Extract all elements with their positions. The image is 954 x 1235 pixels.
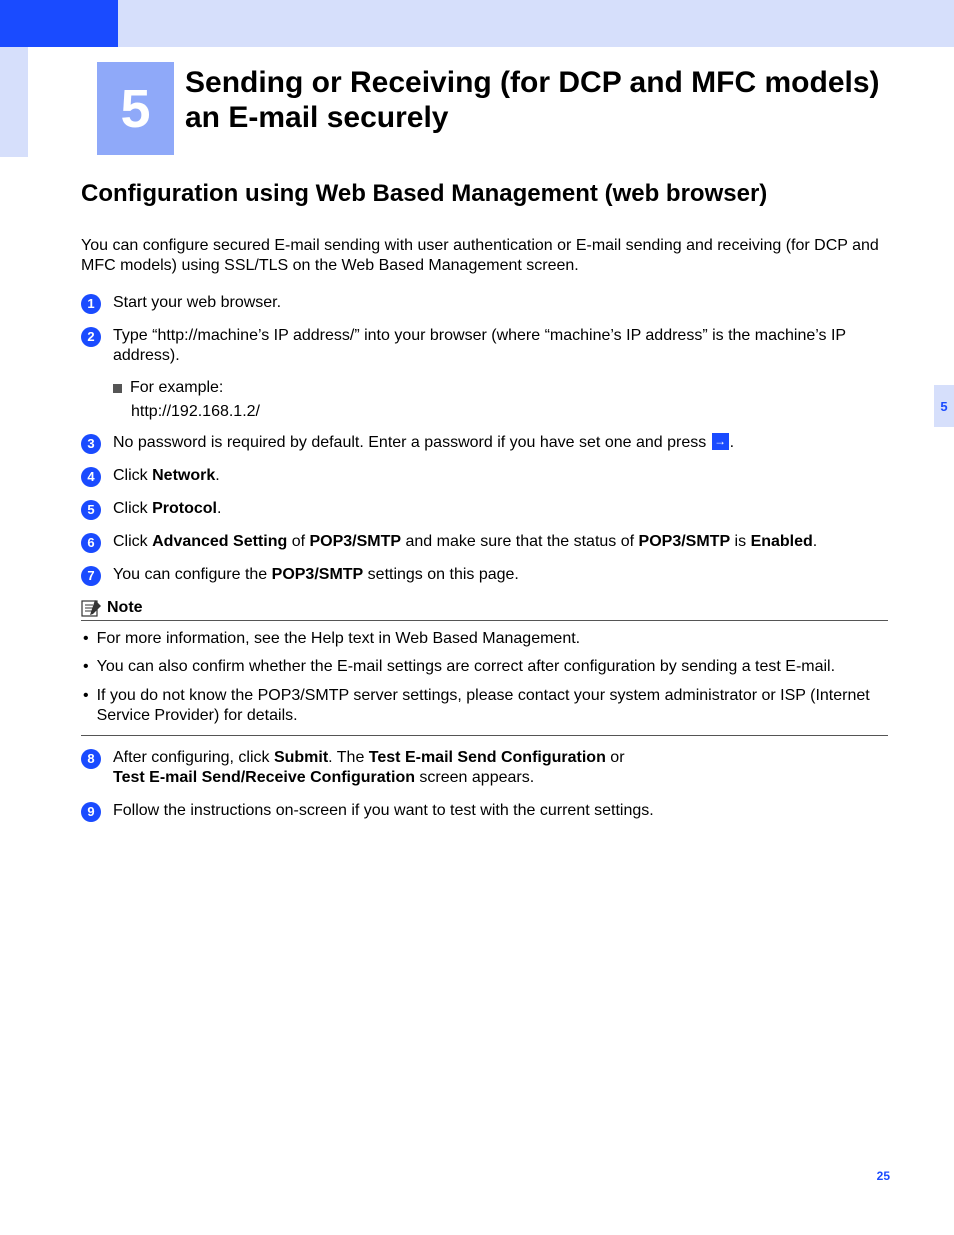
step-4: 4 Click Network. — [81, 466, 888, 487]
step-badge: 9 — [81, 802, 101, 822]
note-bullet-2: • You can also confirm whether the E-mai… — [81, 657, 888, 677]
bold-term: POP3/SMTP — [309, 533, 401, 550]
bullet-dot: • — [83, 686, 89, 727]
step-9: 9 Follow the instructions on-screen if y… — [81, 801, 888, 822]
step-1: 1 Start your web browser. — [81, 293, 888, 314]
arrow-submit-icon: → — [712, 433, 729, 450]
example-url: http://192.168.1.2/ — [131, 403, 888, 421]
step-badge: 5 — [81, 500, 101, 520]
step-text: After configuring, click Submit. The Tes… — [113, 748, 888, 789]
note-bullet-1: • For more information, see the Help tex… — [81, 629, 888, 649]
bold-term: Test E-mail Send Configuration — [369, 749, 606, 766]
step-badge: 8 — [81, 749, 101, 769]
bullet-dot: • — [83, 657, 89, 677]
text-fragment: After configuring, click — [113, 749, 274, 766]
step-text: Click Network. — [113, 466, 888, 486]
note-bullet-3: • If you do not know the POP3/SMTP serve… — [81, 686, 888, 727]
note-bullet-text: You can also confirm whether the E-mail … — [97, 657, 835, 677]
text-fragment: settings on this page. — [363, 566, 519, 583]
step-5: 5 Click Protocol. — [81, 499, 888, 520]
step-text: You can configure the POP3/SMTP settings… — [113, 565, 888, 585]
text-fragment: . — [217, 500, 221, 517]
text-fragment: No password is required by default. Ente… — [113, 434, 711, 451]
note-bullet-text: If you do not know the POP3/SMTP server … — [97, 686, 888, 727]
section-heading: Configuration using Web Based Management… — [81, 180, 888, 208]
step-text: Click Protocol. — [113, 499, 888, 519]
side-chapter-tab: 5 — [934, 385, 954, 427]
side-chapter-tab-label: 5 — [940, 399, 947, 414]
step-badge: 6 — [81, 533, 101, 553]
chapter-title: Sending or Receiving (for DCP and MFC mo… — [185, 65, 884, 136]
step-text: Type “http://machine’s IP address/” into… — [113, 326, 888, 367]
step-badge: 3 — [81, 434, 101, 454]
step-badge: 1 — [81, 294, 101, 314]
step-badge: 4 — [81, 467, 101, 487]
step-text: Follow the instructions on-screen if you… — [113, 801, 888, 821]
bold-term: POP3/SMTP — [639, 533, 731, 550]
note-end-rule — [81, 735, 888, 736]
step-text: Start your web browser. — [113, 293, 888, 313]
text-fragment: Click — [113, 500, 152, 517]
page-content: Configuration using Web Based Management… — [81, 180, 888, 834]
bold-term: Network — [152, 467, 215, 484]
step-7: 7 You can configure the POP3/SMTP settin… — [81, 565, 888, 586]
step-badge: 2 — [81, 327, 101, 347]
step-2-example: For example: — [113, 379, 888, 397]
page-number: 25 — [877, 1169, 890, 1183]
bold-term: Advanced Setting — [152, 533, 287, 550]
bold-term: POP3/SMTP — [272, 566, 364, 583]
text-fragment: is — [730, 533, 750, 550]
text-fragment: . — [813, 533, 817, 550]
text-fragment: screen appears. — [415, 769, 534, 786]
bold-term: Protocol — [152, 500, 217, 517]
note-header: Note — [81, 598, 888, 621]
header-blue-block — [0, 0, 118, 47]
step-2: 2 Type “http://machine’s IP address/” in… — [81, 326, 888, 367]
text-fragment: of — [287, 533, 309, 550]
example-label: For example: — [130, 379, 223, 397]
text-fragment: Click — [113, 533, 152, 550]
chapter-number: 5 — [120, 78, 150, 140]
note-pencil-icon — [81, 598, 103, 618]
square-bullet-icon — [113, 384, 122, 393]
note-label: Note — [107, 599, 143, 617]
arrow-glyph: → — [714, 434, 726, 449]
step-8: 8 After configuring, click Submit. The T… — [81, 748, 888, 789]
bullet-dot: • — [83, 629, 89, 649]
left-accent-stripe — [0, 47, 28, 157]
step-badge: 7 — [81, 566, 101, 586]
bold-term: Enabled — [751, 533, 813, 550]
text-fragment: Click — [113, 467, 152, 484]
text-fragment: . The — [328, 749, 369, 766]
chapter-number-box: 5 — [97, 62, 174, 155]
note-bullet-text: For more information, see the Help text … — [97, 629, 581, 649]
step-text: Click Advanced Setting of POP3/SMTP and … — [113, 532, 888, 552]
text-fragment: or — [606, 749, 625, 766]
text-fragment: and make sure that the status of — [401, 533, 638, 550]
bold-term: Test E-mail Send/Receive Configuration — [113, 769, 415, 786]
text-fragment: . — [215, 467, 219, 484]
text-fragment: . — [730, 434, 734, 451]
step-3: 3 No password is required by default. En… — [81, 433, 888, 454]
header-light-band — [118, 0, 954, 47]
bold-term: Submit — [274, 749, 328, 766]
step-6: 6 Click Advanced Setting of POP3/SMTP an… — [81, 532, 888, 553]
intro-paragraph: You can configure secured E-mail sending… — [81, 236, 888, 277]
step-text: No password is required by default. Ente… — [113, 433, 888, 453]
text-fragment: You can configure the — [113, 566, 272, 583]
